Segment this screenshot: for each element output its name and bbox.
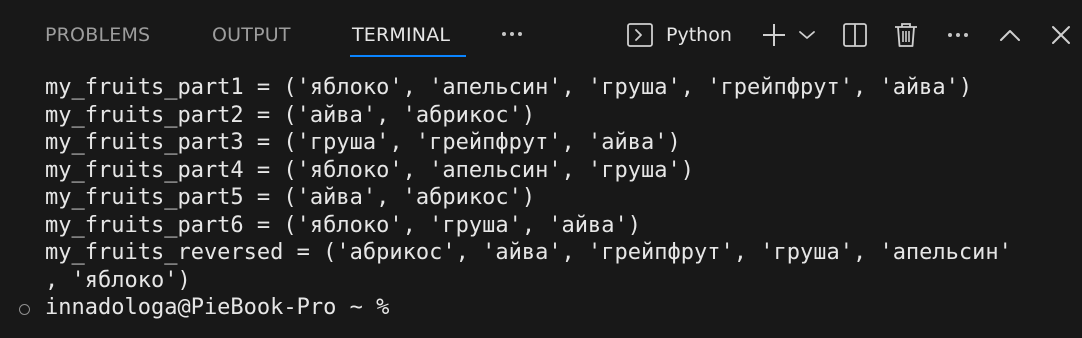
terminal-line: my_fruits_part3 = ('груша', 'грейпфрут',…	[45, 130, 681, 155]
ellipsis-icon	[948, 33, 968, 37]
new-terminal-button[interactable]	[759, 18, 789, 52]
terminal-line: my_fruits_part6 = ('яблоко', 'груша', 'а…	[45, 212, 642, 238]
tab-terminal[interactable]: TERMINAL	[352, 22, 450, 48]
shell-selector[interactable]: Python	[626, 18, 746, 52]
terminal-line: , 'яблоко')	[45, 267, 191, 293]
terminal-icon	[626, 21, 654, 49]
terminal-line: my_fruits_part5 = ('айва', 'абрикос')	[45, 185, 536, 210]
chevron-down-icon	[798, 29, 816, 41]
terminal-line: my_fruits_part2 = ('айва', 'абрикос')	[45, 102, 536, 128]
chevron-up-icon	[998, 27, 1022, 43]
trash-icon	[893, 21, 919, 49]
tabs-overflow-icon[interactable]	[496, 20, 528, 48]
active-tab-indicator	[350, 55, 466, 57]
terminal-line: my_fruits_part1 = ('яблоко', 'апельсин',…	[45, 75, 973, 100]
tab-problems[interactable]: PROBLEMS	[45, 22, 150, 48]
kill-terminal-button[interactable]	[891, 18, 921, 52]
split-terminal-icon	[842, 22, 868, 48]
terminal-line: my_fruits_reversed = ('абрикос', 'айва',…	[45, 240, 1012, 265]
close-panel-button[interactable]	[1048, 18, 1074, 52]
more-actions-button[interactable]	[942, 18, 974, 52]
terminal-line: my_fruits_part4 = ('яблоко', 'апельсин',…	[45, 157, 695, 183]
plus-icon	[761, 22, 787, 48]
split-terminal-button[interactable]	[840, 18, 870, 52]
maximize-panel-button[interactable]	[996, 18, 1024, 52]
shell-prompt: innadologa@PieBook-Pro ~ %	[45, 295, 390, 320]
terminal-output[interactable]: my_fruits_part1 = ('яблоко', 'апельсин',…	[0, 70, 1082, 338]
panel-header: PROBLEMS OUTPUT TERMINAL Python	[0, 0, 1082, 70]
launch-profile-button[interactable]	[796, 18, 818, 52]
close-icon	[1050, 24, 1072, 46]
command-decoration-icon[interactable]	[19, 304, 30, 315]
shell-name: Python	[666, 24, 732, 46]
tab-output[interactable]: OUTPUT	[212, 22, 291, 48]
